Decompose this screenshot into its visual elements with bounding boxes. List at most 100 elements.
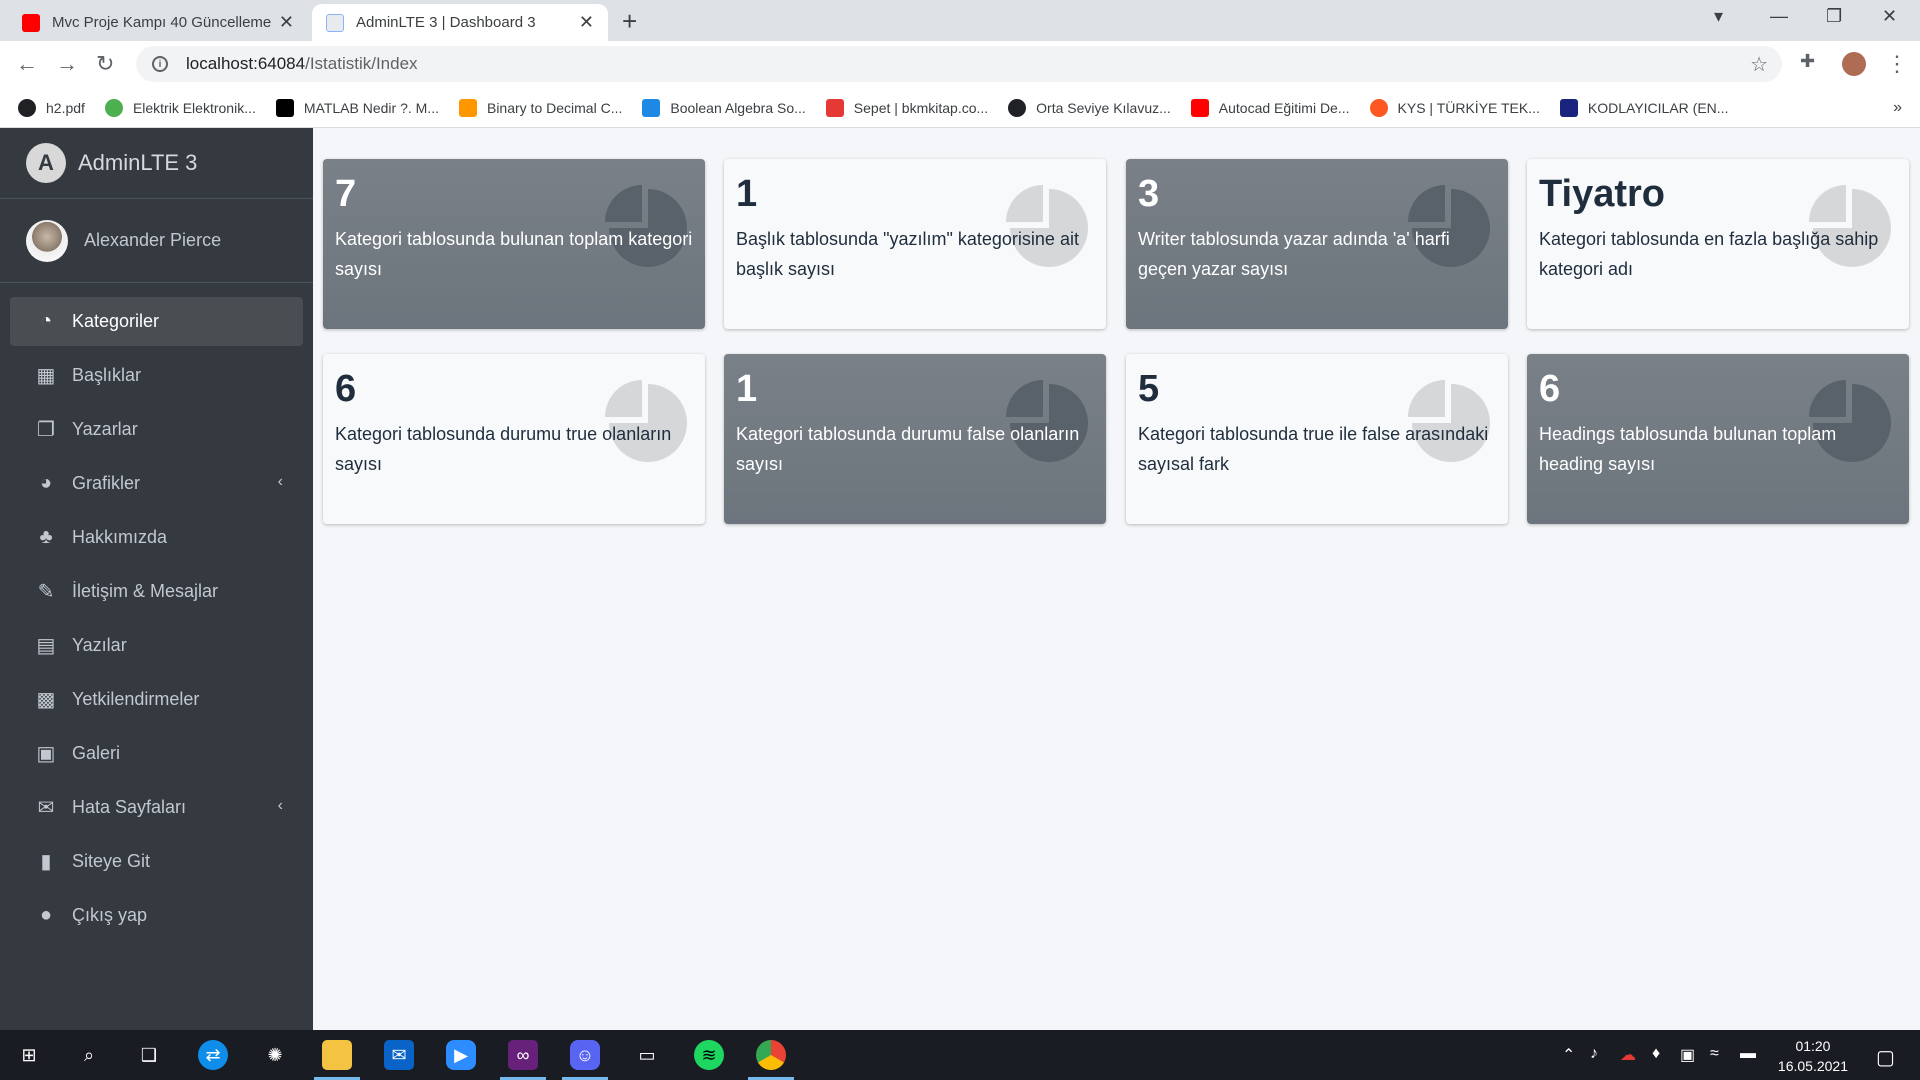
extensions-icon[interactable]: ✚ <box>1800 51 1815 72</box>
battery-icon[interactable]: ▬ <box>1740 1045 1756 1063</box>
new-tab-button[interactable]: + <box>622 6 637 37</box>
sidebar-item-yazarlar[interactable]: ❐ Yazarlar <box>10 405 303 454</box>
stat-card: Tiyatro Kategori tablosunda en fazla baş… <box>1527 159 1909 329</box>
bookmark-item[interactable]: KYS | TÜRKİYE TEK... <box>1369 98 1540 117</box>
tab-title: AdminLTE 3 | Dashboard 3 <box>356 14 536 31</box>
sidebar: A AdminLTE 3 Alexander Pierce ◔ Kategori… <box>0 128 313 1030</box>
sidebar-item-label: Grafikler <box>72 473 141 493</box>
bookmark-star-icon[interactable]: ☆ <box>1750 52 1768 77</box>
task-view-icon[interactable]: ❑ <box>134 1040 164 1070</box>
sidebar-item-yetkilendirmeler[interactable]: ▩ Yetkilendirmeler <box>10 675 303 724</box>
cloud-icon[interactable]: ☁ <box>1620 1045 1636 1065</box>
zoom-icon[interactable]: ▶ <box>446 1040 476 1070</box>
sidebar-item-hata-sayfalari[interactable]: ✉ Hata Sayfaları ‹ <box>10 783 303 832</box>
mail-icon[interactable]: ✉ <box>384 1040 414 1070</box>
microphone-icon[interactable]: ♦ <box>1652 1045 1660 1063</box>
bookmark-icon <box>275 98 294 117</box>
sidebar-item-galeri[interactable]: ▣ Galeri <box>10 729 303 778</box>
bookmark-item[interactable]: Elektrik Elektronik... <box>104 98 256 117</box>
stat-description: Kategori tablosunda en fazla başlığa sah… <box>1539 229 1879 279</box>
stat-card: 3 Writer tablosunda yazar adında 'a' har… <box>1126 159 1508 329</box>
sidebar-item-label: Siteye Git <box>72 851 151 871</box>
browser-tab-adminlte[interactable]: AdminLTE 3 | Dashboard 3 ✕ <box>312 4 608 41</box>
sidebar-item-label: Çıkış yap <box>72 905 148 925</box>
remote-desktop-icon[interactable]: ▭ <box>632 1040 662 1070</box>
close-tab-icon[interactable]: ✕ <box>579 12 594 33</box>
url-input[interactable]: i localhost:64084/Istatistik/Index ☆ <box>136 46 1782 82</box>
adminlte-logo: A <box>26 143 66 183</box>
site-info-icon[interactable]: i <box>152 56 168 72</box>
browser-tab-youtube[interactable]: Mvc Proje Kampı 40 Güncelleme ✕ <box>8 4 308 41</box>
back-icon[interactable]: ← <box>16 51 38 77</box>
bookmark-item[interactable]: Autocad Eğitimi De... <box>1190 98 1350 117</box>
user-panel[interactable]: Alexander Pierce <box>0 199 313 283</box>
restore-button[interactable]: ❐ <box>1826 6 1842 27</box>
sidebar-item-cikis-yap[interactable]: ● Çıkış yap <box>10 891 303 940</box>
bookmark-item[interactable]: Boolean Algebra So... <box>642 98 806 117</box>
bookmark-icon <box>104 98 123 117</box>
stat-description: Kategori tablosunda true ile false arası… <box>1138 424 1489 474</box>
reload-icon[interactable]: ↻ <box>96 51 114 77</box>
chevron-left-icon[interactable]: ‹ <box>278 797 283 815</box>
profile-avatar[interactable] <box>1842 52 1866 76</box>
page-icon <box>326 13 344 32</box>
brand-link[interactable]: A AdminLTE 3 <box>0 128 313 199</box>
menu-icon[interactable]: ⋮ <box>1886 51 1908 77</box>
url-path: /Istatistik/Index <box>305 54 418 73</box>
sidebar-item-label: Yetkilendirmeler <box>72 689 200 709</box>
sidebar-item-kategoriler[interactable]: ◔ Kategoriler <box>10 297 303 346</box>
bookmark-icon <box>18 98 36 117</box>
tray-chevron-up-icon[interactable]: ⌃ <box>1562 1045 1575 1065</box>
bookmark-icon <box>1369 98 1388 117</box>
bookmark-item[interactable]: h2.pdf <box>18 98 85 117</box>
bookmark-item[interactable]: Orta Seviye Kılavuz... <box>1008 98 1171 117</box>
bookmark-item[interactable]: KODLAYICILAR (EN... <box>1559 98 1728 117</box>
taskbar-clock[interactable]: 01:20 16.05.2021 <box>1778 1036 1848 1076</box>
apple-icon: ● <box>39 904 53 926</box>
minimize-button[interactable]: — <box>1770 6 1788 27</box>
image-icon: ▣ <box>36 743 56 765</box>
close-window-button[interactable]: ✕ <box>1882 6 1897 27</box>
file-explorer-icon[interactable] <box>322 1040 352 1070</box>
sidebar-menu: ◔ Kategoriler ▦ Başlıklar ❐ Yazarlar ◕ G… <box>0 283 313 959</box>
sidebar-item-label: Yazarlar <box>72 419 138 439</box>
profile-dropdown-icon[interactable]: ▾ <box>1714 6 1723 27</box>
teamviewer-icon[interactable]: ⇄ <box>198 1040 228 1070</box>
sidebar-item-grafikler[interactable]: ◕ Grafikler ‹ <box>10 459 303 508</box>
sidebar-item-iletisim[interactable]: ✎ İletişim & Mesajlar <box>10 567 303 616</box>
camera-icon[interactable]: ▣ <box>1680 1045 1695 1065</box>
more-bookmarks-icon[interactable]: » <box>1893 99 1902 117</box>
chrome-icon[interactable] <box>756 1040 786 1070</box>
stat-description: Kategori tablosunda durumu false olanlar… <box>736 424 1080 474</box>
brand-text: AdminLTE 3 <box>78 150 198 175</box>
spotify-icon[interactable]: ≋ <box>694 1040 724 1070</box>
sidebar-item-hakkimizda[interactable]: ♣ Hakkımızda <box>10 513 303 562</box>
search-icon[interactable]: ⌕ <box>74 1040 104 1070</box>
discord-icon[interactable]: ☺ <box>570 1040 600 1070</box>
volume-icon[interactable]: ♪ <box>1590 1045 1598 1063</box>
sidebar-item-siteye-git[interactable]: ▮ Siteye Git <box>10 837 303 886</box>
sidebar-item-basliklar[interactable]: ▦ Başlıklar <box>10 351 303 400</box>
stat-description: Writer tablosunda yazar adında 'a' harfi… <box>1138 229 1450 279</box>
bookmark-item[interactable]: Sepet | bkmkitap.co... <box>825 98 988 117</box>
forward-icon[interactable]: → <box>56 51 78 77</box>
chevron-left-icon[interactable]: ‹ <box>278 473 283 491</box>
sidebar-item-label: Galeri <box>72 743 121 763</box>
windows-start-icon[interactable]: ⊞ <box>14 1040 44 1070</box>
wifi-icon[interactable]: ≈ <box>1710 1045 1719 1063</box>
visual-studio-icon[interactable]: ∞ <box>508 1040 538 1070</box>
stat-card: 1 Kategori tablosunda durumu false olanl… <box>724 354 1106 524</box>
stat-card: 6 Kategori tablosunda durumu true olanla… <box>323 354 705 524</box>
main-content: 7 Kategori tablosunda bulunan toplam kat… <box>313 128 1920 1030</box>
sidebar-item-yazilar[interactable]: ▤ Yazılar <box>10 621 303 670</box>
notifications-icon[interactable]: ▢ <box>1876 1045 1895 1070</box>
stat-card: 5 Kategori tablosunda true ile false ara… <box>1126 354 1508 524</box>
close-tab-icon[interactable]: ✕ <box>279 12 294 33</box>
bookmark-item[interactable]: Binary to Decimal C... <box>458 98 622 117</box>
copy-icon: ❐ <box>37 419 55 441</box>
atom-icon[interactable]: ✺ <box>260 1040 290 1070</box>
stat-description: Kategori tablosunda bulunan toplam kateg… <box>335 229 693 279</box>
clock-time: 01:20 <box>1795 1038 1831 1054</box>
sidebar-item-label: Hata Sayfaları <box>72 797 187 817</box>
bookmark-item[interactable]: MATLAB Nedir ?. M... <box>275 98 439 117</box>
